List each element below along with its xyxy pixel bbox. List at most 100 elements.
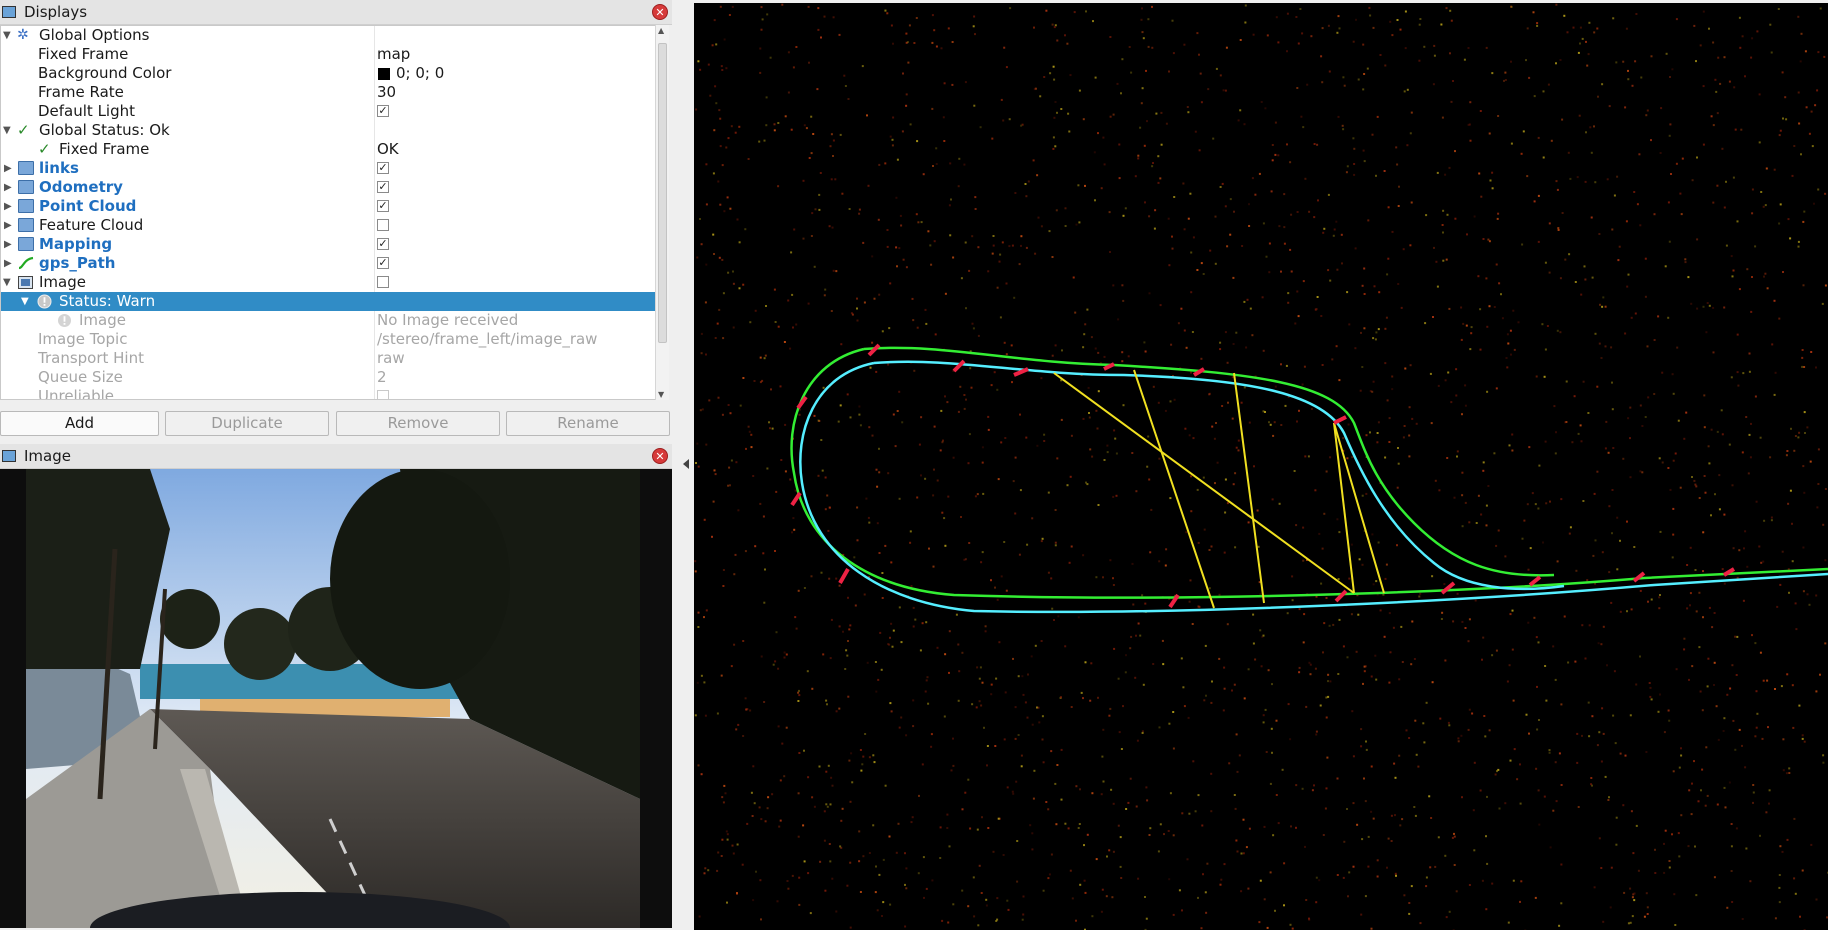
tree-row-transport-hint[interactable]: Transport Hint raw	[1, 349, 656, 368]
3d-scene[interactable]	[694, 3, 1828, 930]
frame-rate-value[interactable]: 30	[377, 83, 396, 102]
tree-row-label: Background Color	[38, 64, 172, 82]
tree-row-image[interactable]: ▼ Image	[1, 273, 656, 292]
tree-row-mapping[interactable]: ▶ Mapping ✓	[1, 235, 656, 254]
close-icon[interactable]: ✕	[652, 448, 668, 464]
tree-row-queue-size[interactable]: Queue Size 2	[1, 368, 656, 387]
duplicate-button[interactable]: Duplicate	[165, 411, 329, 436]
tree-row-default-light[interactable]: Default Light ✓	[1, 102, 656, 121]
tree-row-label: Image	[39, 273, 86, 291]
scroll-up-icon[interactable]: ▲	[658, 26, 664, 35]
tree-row-label: Image	[79, 311, 126, 329]
tree-row-label: Mapping	[39, 235, 113, 253]
tree-row-label: Status: Warn	[59, 292, 156, 310]
monitor-icon	[2, 450, 16, 462]
checkmark-icon: ✓	[38, 140, 51, 158]
tree-row-label: Unreliable	[38, 387, 114, 400]
tree-row-gps-path[interactable]: ▶ gps_Path ✓	[1, 254, 656, 273]
displays-tree[interactable]: ▼ ✲ Global Options Fixed Frame map Backg…	[0, 25, 657, 400]
expand-arrow-icon[interactable]: ▼	[3, 273, 13, 292]
tree-row-label: Transport Hint	[38, 349, 144, 367]
default-light-checkbox[interactable]: ✓	[377, 105, 389, 117]
tree-row-point-cloud[interactable]: ▶ Point Cloud ✓	[1, 197, 656, 216]
scroll-down-icon[interactable]: ▼	[658, 390, 664, 399]
monitor-icon	[2, 6, 16, 18]
tree-row-global-options[interactable]: ▼ ✲ Global Options	[1, 26, 656, 45]
expand-arrow-icon[interactable]: ▶	[4, 235, 14, 254]
scrollbar-thumb[interactable]	[658, 43, 667, 343]
image-icon	[18, 275, 34, 289]
add-button[interactable]: Add	[0, 411, 159, 436]
displays-panel-header: Displays ✕	[0, 0, 672, 25]
links-checkbox[interactable]: ✓	[377, 162, 389, 174]
point-cloud-layer	[694, 3, 1828, 930]
tree-row-label: Global Status: Ok	[39, 121, 170, 139]
tree-row-image-topic[interactable]: Image Topic /stereo/frame_left/image_raw	[1, 330, 656, 349]
tree-row-label: Frame Rate	[38, 83, 124, 101]
tree-row-unreliable[interactable]: Unreliable	[1, 387, 656, 400]
collapse-panel-arrow-icon[interactable]	[683, 459, 689, 469]
unreliable-checkbox[interactable]	[377, 390, 389, 399]
tree-row-label: Feature Cloud	[39, 216, 144, 234]
tree-row-label: Point Cloud	[39, 197, 137, 215]
tree-row-odometry[interactable]: ▶ Odometry ✓	[1, 178, 656, 197]
tree-row-label: Fixed Frame	[59, 140, 150, 158]
expand-arrow-icon[interactable]: ▶	[4, 159, 14, 178]
checkmark-icon: ✓	[17, 121, 30, 139]
tree-row-frame-rate[interactable]: Frame Rate 30	[1, 83, 656, 102]
tree-row-status-warn[interactable]: ▼ Status: Warn	[1, 292, 656, 311]
image-panel-title: Image	[24, 447, 71, 465]
cyan-trajectory-top	[873, 360, 1565, 591]
cyan-trajectory	[799, 361, 1828, 614]
camera-image	[0, 469, 672, 928]
tree-row-status-fixed-frame[interactable]: ✓ Fixed Frame OK	[1, 140, 656, 159]
rename-button[interactable]: Rename	[506, 411, 670, 436]
tree-row-fixed-frame[interactable]: Fixed Frame map	[1, 45, 656, 64]
point-cloud-checkbox[interactable]: ✓	[377, 200, 389, 212]
expand-arrow-icon[interactable]: ▶	[4, 197, 14, 216]
expand-arrow-icon[interactable]: ▼	[21, 292, 31, 311]
transport-hint-value[interactable]: raw	[377, 349, 405, 368]
image-checkbox[interactable]	[377, 276, 389, 288]
folder-icon	[18, 237, 34, 251]
tree-row-links[interactable]: ▶ links ✓	[1, 159, 656, 178]
status-value: OK	[377, 140, 399, 158]
queue-size-value[interactable]: 2	[377, 368, 387, 387]
rviz-3d-view[interactable]	[694, 3, 1828, 930]
tree-row-label: links	[39, 159, 79, 177]
tree-row-label: Default Light	[38, 102, 136, 120]
mapping-checkbox[interactable]: ✓	[377, 238, 389, 250]
background-color-value[interactable]: 0; 0; 0	[396, 64, 444, 83]
image-topic-value[interactable]: /stereo/frame_left/image_raw	[377, 330, 597, 349]
tree-row-label: Odometry	[39, 178, 123, 196]
folder-icon	[18, 161, 34, 175]
folder-icon	[18, 218, 34, 232]
expand-arrow-icon[interactable]: ▶	[4, 254, 14, 273]
tree-row-feature-cloud[interactable]: ▶ Feature Cloud	[1, 216, 656, 235]
tree-row-status-image[interactable]: Image No Image received	[1, 311, 656, 330]
tree-row-label: Image Topic	[38, 330, 128, 348]
expand-arrow-icon[interactable]: ▼	[3, 26, 13, 45]
close-icon[interactable]: ✕	[652, 4, 668, 20]
expand-arrow-icon[interactable]: ▼	[3, 121, 13, 140]
tree-row-label: Global Options	[39, 26, 150, 44]
warning-icon	[57, 313, 73, 327]
camera-image-view	[0, 469, 672, 928]
tree-scrollbar[interactable]: ▲ ▼	[655, 25, 669, 400]
tree-row-background-color[interactable]: Background Color 0; 0; 0	[1, 64, 656, 83]
gps-path-checkbox[interactable]: ✓	[377, 257, 389, 269]
fixed-frame-value[interactable]: map	[377, 45, 410, 64]
tree-row-global-status[interactable]: ▼ ✓ Global Status: Ok	[1, 121, 656, 140]
tree-row-label: gps_Path	[39, 254, 116, 272]
expand-arrow-icon[interactable]: ▶	[4, 178, 14, 197]
color-swatch[interactable]	[378, 68, 390, 80]
remove-button[interactable]: Remove	[336, 411, 500, 436]
folder-icon	[18, 199, 34, 213]
expand-arrow-icon[interactable]: ▶	[4, 216, 14, 235]
gear-icon: ✲	[17, 27, 29, 43]
tree-row-label: Queue Size	[38, 368, 123, 386]
odometry-checkbox[interactable]: ✓	[377, 181, 389, 193]
image-panel-header: Image ✕	[0, 444, 672, 469]
feature-cloud-checkbox[interactable]	[377, 219, 389, 231]
green-trajectory-top	[863, 346, 1555, 577]
